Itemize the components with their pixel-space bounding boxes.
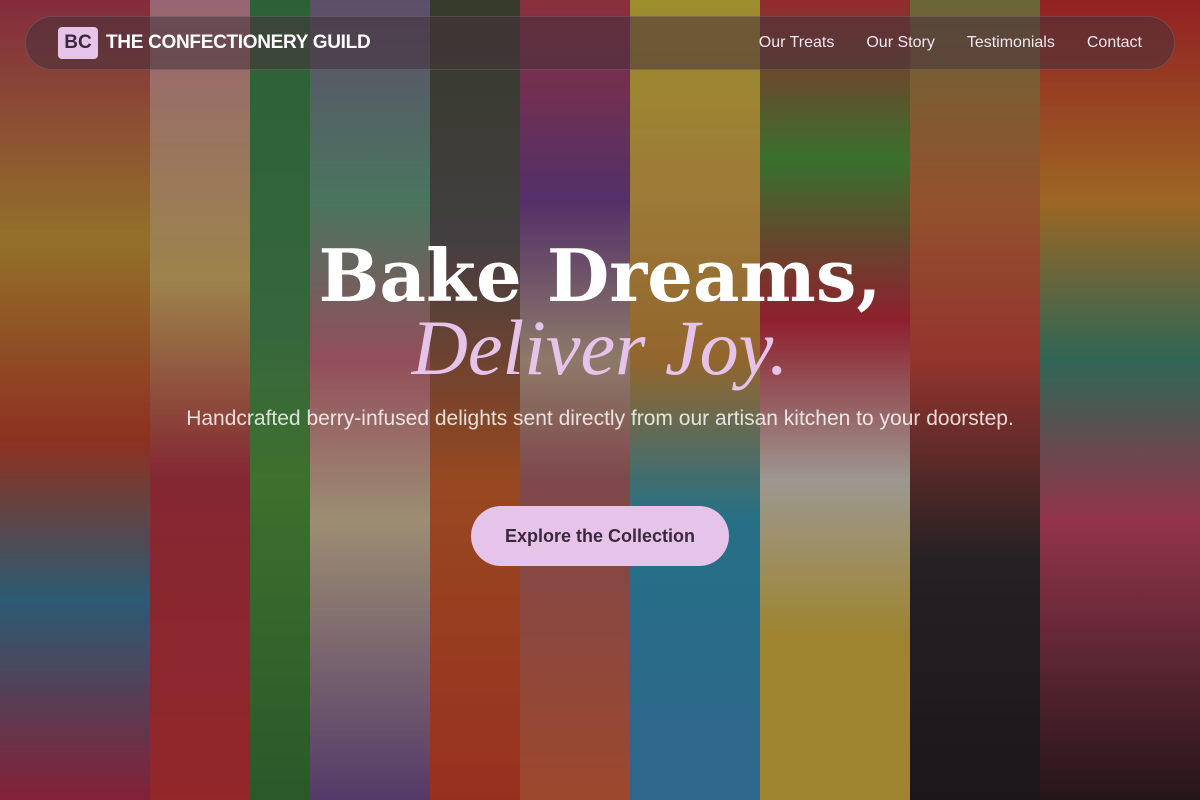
nav-link-testimonials[interactable]: Testimonials (967, 34, 1055, 52)
hero-headline-accent: Deliver Joy. (411, 304, 789, 391)
nav-links: Our Treats Our Story Testimonials Contac… (759, 34, 1142, 52)
hero-subtitle: Handcrafted berry-infused delights sent … (186, 407, 1014, 430)
top-navbar: BC THE CONFECTIONERY GUILD Our Treats Ou… (25, 16, 1175, 70)
explore-collection-button[interactable]: Explore the Collection (471, 506, 729, 566)
brand-name: THE CONFECTIONERY GUILD (106, 32, 371, 53)
nav-link-our-story[interactable]: Our Story (866, 34, 934, 52)
hero-section: BC THE CONFECTIONERY GUILD Our Treats Ou… (0, 0, 1200, 800)
nav-link-our-treats[interactable]: Our Treats (759, 34, 835, 52)
nav-link-contact[interactable]: Contact (1087, 34, 1142, 52)
dark-overlay (0, 0, 1200, 800)
brand-logo[interactable]: BC THE CONFECTIONERY GUILD (58, 27, 371, 59)
brand-badge: BC (58, 27, 98, 59)
